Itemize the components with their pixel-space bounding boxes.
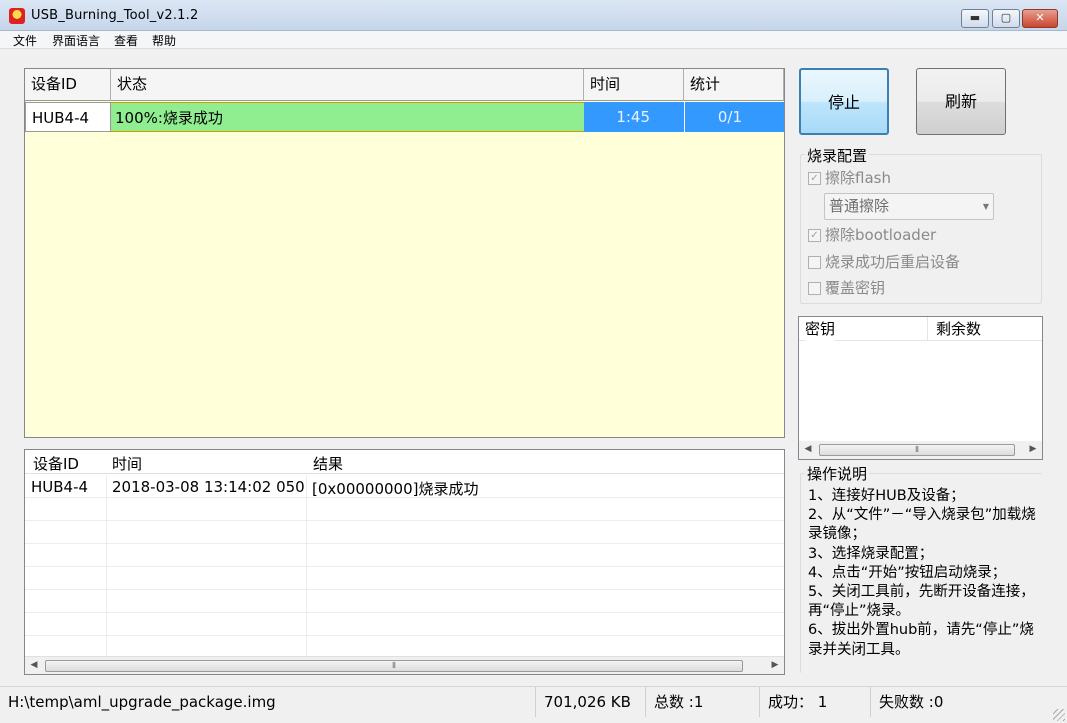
key-table[interactable]: 密钥 剩余数 ◀ ⦀ ▶ xyxy=(798,316,1043,460)
device-count-cell: 0/1 xyxy=(684,102,784,132)
column-key[interactable]: 密钥 xyxy=(805,317,836,341)
column-status[interactable]: 状态 xyxy=(111,69,584,101)
device-time-cell: 1:45 xyxy=(584,102,684,132)
total-count: 总数 :1 xyxy=(646,687,760,717)
device-table[interactable]: 设备ID 状态 时间 统计 HUB4-4 100%:烧录成功 1:45 0/1 xyxy=(24,68,785,438)
device-table-header: 设备ID 状态 时间 统计 xyxy=(25,69,784,101)
log-rows: HUB4-4 2018-03-08 13:14:02 050 [0x000000… xyxy=(25,475,784,659)
log-row-empty xyxy=(25,567,784,590)
success-count: 成功： 1 xyxy=(760,687,871,717)
log-column-time[interactable]: 时间 xyxy=(112,453,142,474)
close-button[interactable]: ✕ xyxy=(1022,9,1058,28)
title-bar: USB_Burning_Tool_v2.1.2 ▬ ▢ ✕ xyxy=(0,0,1067,31)
status-bar: H:\temp\aml_upgrade_package.img 701,026 … xyxy=(0,686,1067,723)
log-row-empty xyxy=(25,498,784,521)
scroll-left-icon[interactable]: ◀ xyxy=(28,659,40,672)
menu-file[interactable]: 文件 xyxy=(13,32,37,49)
instructions-text: 1、连接好HUB及设备； 2、从“文件”－“导入烧录包”加载烧录镜像； 3、选择… xyxy=(808,488,1036,658)
device-id-cell: HUB4-4 xyxy=(25,102,111,132)
log-row[interactable]: HUB4-4 2018-03-08 13:14:02 050 [0x000000… xyxy=(25,475,784,498)
resize-grip-icon[interactable] xyxy=(1053,709,1065,721)
stop-button[interactable]: 停止 xyxy=(799,68,889,135)
checkbox-empty-icon xyxy=(808,256,821,269)
key-scroll-track: ◀ ⦀ ▶ xyxy=(799,441,1042,459)
log-column-result[interactable]: 结果 xyxy=(313,453,343,474)
chevron-down-icon: ▼ xyxy=(982,202,989,211)
log-row-empty xyxy=(25,613,784,636)
scroll-right-icon[interactable]: ▶ xyxy=(1027,443,1039,456)
erase-mode-value: 普通擦除 xyxy=(829,197,890,215)
overwrite-key-label: 覆盖密钥 xyxy=(825,279,886,297)
column-device-id[interactable]: 设备ID xyxy=(25,69,111,101)
erase-mode-select[interactable]: 普通擦除 ▼ xyxy=(824,193,994,220)
log-time: 2018-03-08 13:14:02 050 xyxy=(112,478,305,496)
erase-flash-label: 擦除flash xyxy=(825,169,891,187)
device-row[interactable]: HUB4-4 100%:烧录成功 1:45 0/1 xyxy=(25,102,784,132)
column-time[interactable]: 时间 xyxy=(584,69,684,101)
reboot-after-label: 烧录成功后重启设备 xyxy=(825,253,961,271)
device-status-cell: 100%:烧录成功 xyxy=(111,102,584,132)
menu-language[interactable]: 界面语言 xyxy=(52,32,100,49)
maximize-button[interactable]: ▢ xyxy=(992,9,1020,28)
failed-count: 失败数 :0 xyxy=(879,693,944,711)
refresh-button[interactable]: 刷新 xyxy=(916,68,1006,135)
log-row-empty xyxy=(25,544,784,567)
checkbox-checked-icon: ✓ xyxy=(808,172,821,185)
window-title: USB_Burning_Tool_v2.1.2 xyxy=(31,8,199,23)
menu-bar: 文件 界面语言 查看 帮助 xyxy=(0,31,1067,49)
burn-config-title: 烧录配置 xyxy=(805,145,870,166)
minimize-button[interactable]: ▬ xyxy=(961,9,989,28)
scroll-thumb[interactable]: ⦀ xyxy=(45,660,743,672)
column-count[interactable]: 统计 xyxy=(684,69,784,101)
log-table[interactable]: 设备ID 时间 结果 HUB4-4 2018-03-08 13:14:02 05… xyxy=(24,449,785,675)
log-row-empty xyxy=(25,521,784,544)
log-result: [0x00000000]烧录成功 xyxy=(312,480,479,498)
log-column-device-id[interactable]: 设备ID xyxy=(33,453,79,474)
log-table-header: 设备ID 时间 结果 xyxy=(25,450,784,474)
key-horizontal-scrollbar[interactable]: ◀ ⦀ ▶ xyxy=(799,441,1042,459)
scroll-left-icon[interactable]: ◀ xyxy=(802,443,814,456)
scroll-thumb[interactable]: ⦀ xyxy=(819,444,1015,456)
app-icon xyxy=(9,8,25,24)
log-device-id: HUB4-4 xyxy=(31,478,89,496)
erase-bootloader-label: 擦除bootloader xyxy=(825,226,937,244)
log-row-empty xyxy=(25,590,784,613)
menu-view[interactable]: 查看 xyxy=(114,32,138,49)
log-horizontal-scrollbar[interactable]: ◀ ⦀ ▶ xyxy=(25,656,784,674)
menu-help[interactable]: 帮助 xyxy=(152,32,176,49)
image-path: H:\temp\aml_upgrade_package.img xyxy=(0,687,536,717)
column-remaining[interactable]: 剩余数 xyxy=(927,317,1042,341)
scroll-right-icon[interactable]: ▶ xyxy=(769,659,781,672)
instructions-title: 操作说明 xyxy=(805,463,870,484)
checkbox-checked-icon: ✓ xyxy=(808,229,821,242)
image-size: 701,026 KB xyxy=(536,687,646,717)
checkbox-empty-icon xyxy=(808,282,821,295)
